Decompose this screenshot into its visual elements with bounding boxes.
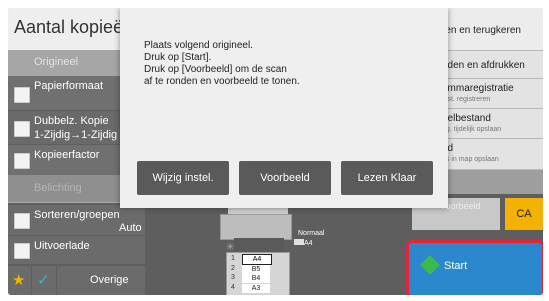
screen: Aantal kopieë Origineel Papierformaat A … (8, 8, 543, 295)
kopieerfactor-label: Kopieerfactor (34, 149, 100, 161)
right-item-1-label: ren en terugkeren (442, 25, 521, 36)
sort-icon (14, 213, 30, 229)
right-item-5-sub: ns in map opslaan (442, 156, 499, 163)
belichting-label: Belichting (34, 182, 82, 194)
normaal-size: A4 (304, 240, 313, 247)
start-label: Start (444, 260, 468, 272)
scanner-body (220, 214, 292, 240)
sparkle-icon: ✳ (226, 242, 235, 253)
star-icon: ★ (12, 272, 26, 289)
sorteren-label: Sorteren/groepen (34, 209, 120, 221)
output-tray-icon (14, 243, 30, 259)
tray-4[interactable]: A3 (242, 284, 270, 293)
right-item-3-label: ammaregistratie (442, 83, 514, 94)
tray-3[interactable]: B4 (242, 274, 270, 283)
tray-1[interactable]: A4 (242, 254, 272, 265)
right-item-3-sub: inst. registreren (442, 96, 491, 103)
overige-button[interactable]: Overige (57, 266, 145, 295)
voorbeeld-button[interactable]: Voorbeeld (239, 161, 331, 195)
tray-number-4: 4 (231, 284, 235, 291)
lezen-klaar-button[interactable]: Lezen Klaar (341, 161, 433, 195)
origineel-label: Origineel (34, 56, 79, 68)
start-diamond-icon (420, 255, 440, 275)
paper-icon (14, 87, 30, 103)
dialog-message: Plaats volgend origineel. Druk op [Start… (144, 40, 434, 88)
wijzig-instel-button[interactable]: Wijzig instel. (137, 161, 229, 195)
right-item-4-label: nelbestand (442, 113, 491, 124)
dubbelz-kopie-value: 1-Zijdig→1-Zijdig (34, 129, 118, 141)
dialog-line-1: Plaats volgend origineel. (144, 40, 253, 51)
bypass-tray (294, 239, 304, 245)
ca-button[interactable]: CA (505, 198, 543, 230)
right-item-2-label: nden en afdrukken (442, 60, 525, 71)
zoom-icon (14, 153, 30, 169)
dialog-line-3: Druk op [Voorbeeld] om de scan (144, 64, 287, 75)
duplex-icon (14, 121, 30, 137)
check-button[interactable]: ✓ (32, 266, 56, 295)
machine-illustration: 1 2 3 4 A4 B5 B4 A3 Normaal A4 ✳ (156, 208, 396, 295)
dialog-line-2: Druk op [Start]. (144, 52, 212, 63)
tray-number-3: 3 (231, 274, 235, 281)
sorteren-button[interactable]: Sorteren/groepen Auto (8, 205, 145, 235)
normaal-label: Normaal (298, 230, 325, 237)
dubbelz-kopie-label: Dubbelz. Kopie (34, 115, 109, 127)
check-icon: ✓ (37, 272, 50, 289)
uitvoerlade-button[interactable]: Uitvoerlade (8, 236, 145, 264)
tray-2[interactable]: B5 (242, 265, 270, 274)
start-button[interactable]: Start (406, 240, 543, 295)
favorite-button[interactable]: ★ (8, 266, 31, 295)
dialog-line-4: af te ronden en voorbeeld te tonen. (144, 76, 300, 87)
dialog: Plaats volgend origineel. Druk op [Start… (120, 8, 448, 208)
papierformaat-label: Papierformaat (34, 80, 104, 92)
uitvoerlade-label: Uitvoerlade (34, 240, 90, 252)
output-slot (234, 238, 284, 252)
sorteren-value: Auto (119, 222, 142, 234)
overige-label: Overige (90, 274, 129, 286)
right-item-4-sub: eg. tijdelijk opslaan (442, 126, 502, 133)
page-title: Aantal kopieë (14, 17, 124, 37)
tray-number-1: 1 (231, 255, 235, 262)
